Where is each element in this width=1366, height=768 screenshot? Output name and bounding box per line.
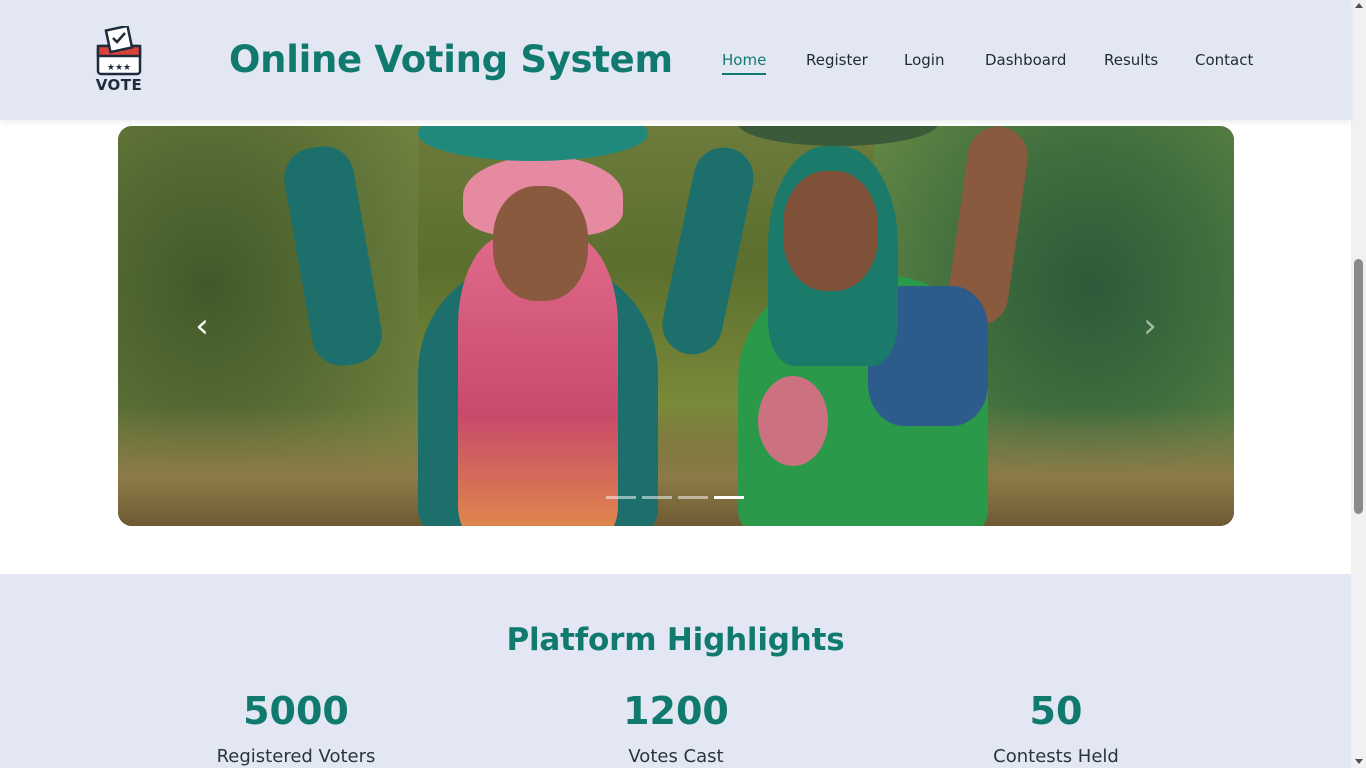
stat-label: Votes Cast bbox=[628, 746, 724, 767]
slide-image-ground bbox=[118, 406, 1234, 526]
slide-figure bbox=[418, 126, 648, 161]
main-nav: Home Register Login Dashboard Results Co… bbox=[0, 51, 1351, 81]
stat-contests-held: 50 Contests Held bbox=[906, 688, 1206, 767]
stat-registered-voters: 5000 Registered Voters bbox=[146, 688, 446, 767]
carousel-indicator-3[interactable] bbox=[678, 496, 708, 499]
scroll-up-arrow-icon[interactable] bbox=[1355, 3, 1363, 8]
platform-highlights: Platform Highlights 5000 Registered Vote… bbox=[0, 574, 1351, 768]
highlights-title: Platform Highlights bbox=[506, 622, 845, 658]
stat-label: Contests Held bbox=[993, 746, 1119, 767]
nav-home[interactable]: Home bbox=[722, 51, 767, 75]
slide-figure bbox=[758, 376, 828, 466]
carousel-indicators bbox=[606, 496, 746, 500]
nav-login[interactable]: Login bbox=[904, 51, 944, 69]
carousel-indicator-4[interactable] bbox=[714, 496, 744, 499]
carousel-prev-button[interactable]: ‹ bbox=[182, 306, 222, 346]
chevron-left-icon: ‹ bbox=[195, 306, 209, 346]
nav-contact[interactable]: Contact bbox=[1195, 51, 1253, 69]
stat-value: 1200 bbox=[623, 689, 729, 733]
chevron-right-icon: › bbox=[1143, 306, 1157, 346]
slide-figure bbox=[783, 171, 878, 291]
slide-figure bbox=[656, 142, 760, 360]
stat-label: Registered Voters bbox=[216, 746, 376, 767]
navbar: ★★★ VOTE Online Voting System Home Regis… bbox=[0, 0, 1351, 120]
nav-dashboard[interactable]: Dashboard bbox=[985, 51, 1066, 69]
slide-figure bbox=[493, 186, 588, 301]
carousel-indicator-2[interactable] bbox=[642, 496, 672, 499]
page-scrollbar[interactable] bbox=[1351, 0, 1366, 768]
scrollbar-thumb[interactable] bbox=[1354, 259, 1363, 514]
nav-results[interactable]: Results bbox=[1104, 51, 1158, 69]
carousel-next-button[interactable]: › bbox=[1130, 306, 1170, 346]
carousel-indicator-1[interactable] bbox=[606, 496, 636, 499]
hero-carousel: ‹ › bbox=[118, 126, 1234, 526]
stat-votes-cast: 1200 Votes Cast bbox=[526, 688, 826, 767]
nav-register[interactable]: Register bbox=[806, 51, 868, 69]
stat-value: 5000 bbox=[243, 689, 349, 733]
scroll-down-arrow-icon[interactable] bbox=[1355, 759, 1363, 764]
stat-value: 50 bbox=[1029, 689, 1083, 733]
